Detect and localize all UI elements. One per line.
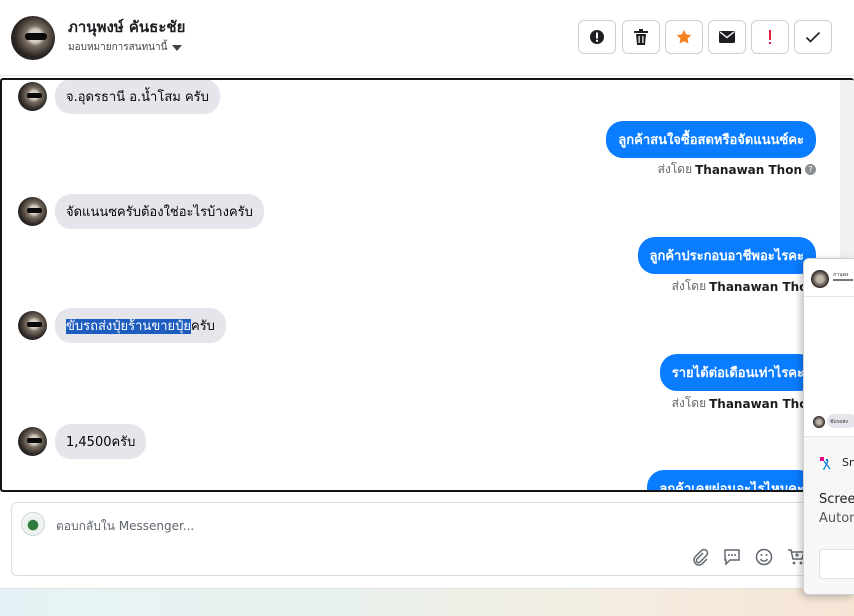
assign-label: มอบหมายการสนทนานี้ [68, 42, 168, 53]
trash-icon [634, 29, 648, 45]
mark-spam-button[interactable] [578, 20, 616, 54]
sender-avatar[interactable] [18, 82, 47, 111]
sent-by-line: ส่งโดย Thanawan Thon [672, 394, 816, 413]
delete-button[interactable] [622, 20, 660, 54]
sent-by-label: ส่งโดย [657, 162, 693, 176]
quick-reply-icon[interactable] [722, 547, 742, 567]
conversation-header: ภานุพงษ์ คันธะชัย มอบหมายการสนทนานี้ [0, 0, 854, 76]
message-bubble[interactable]: รายได้ต่อเดือนเท่าไรคะ [659, 354, 816, 391]
emoji-icon[interactable] [754, 547, 774, 567]
message-bubble[interactable]: ลูกค้าประกอบอาชีพอะไรคะ [637, 237, 816, 274]
sent-by-label: ส่งโดย [671, 279, 707, 293]
reply-composer[interactable]: ตอบกลับใน Messenger... [11, 502, 811, 576]
notification-title: Screen [819, 492, 854, 507]
sent-by-label: ส่งโดย [671, 396, 707, 410]
preview-body: ขับรถส่ง [804, 297, 854, 437]
outgoing-message: ลูกค้าสนใจซื้อสดหรือจัดแนนซ์คะ [606, 121, 816, 158]
message-bubble[interactable]: ขับรถส่งปุ๋ยร้านขายปุ๋ยครับ [55, 308, 226, 343]
sent-by-line: ส่งโดย Thanawan Thon [672, 277, 816, 296]
help-icon[interactable]: ? [805, 164, 816, 175]
assign-conversation-dropdown[interactable]: มอบหมายการสนทนานี้ [68, 40, 183, 55]
incoming-message: จัดแนนซครับต้องใช่อะไรบ้างครับ [18, 194, 264, 229]
incoming-message: 1,4500ครับ [18, 424, 147, 459]
exclamation-icon [769, 30, 771, 44]
message-thread[interactable]: จ.อุดรธานี อ.น้ำโสม ครับ ลูกค้าสนใจซื้อส… [0, 78, 854, 492]
alert-circle-icon [590, 30, 604, 44]
reply-input[interactable]: ตอบกลับใน Messenger... [56, 517, 194, 536]
sender-name: Thanawan Thon [695, 162, 802, 177]
preview-name: ภานุพง [833, 272, 849, 278]
contact-avatar[interactable] [11, 16, 55, 60]
snipping-tool-icon [820, 457, 831, 470]
message-bubble[interactable]: ลูกค้าเคยผ่อนอะไรไหมคะ [647, 470, 816, 490]
snip-notification[interactable]: Sn Screen Autom [804, 437, 854, 594]
follow-up-button[interactable] [751, 20, 789, 54]
message-text-rest: ครับ [191, 319, 215, 334]
preview-avatar [811, 270, 829, 288]
outgoing-message: ลูกค้าเคยผ่อนอะไรไหมคะ [647, 470, 816, 490]
sender-avatar[interactable] [18, 427, 47, 456]
chevron-down-icon [172, 44, 183, 51]
notification-body: Autom [819, 511, 854, 526]
sender-avatar[interactable] [18, 197, 47, 226]
page-avatar [21, 512, 45, 536]
sender-avatar[interactable] [18, 311, 47, 340]
selected-text: ขับรถส่งปุ๋ยร้านขายปุ๋ย [66, 319, 191, 334]
mark-done-button[interactable] [794, 20, 832, 54]
preview-sender-avatar [813, 416, 825, 428]
preview-bubble: ขับรถส่ง [827, 414, 854, 428]
message-bubble[interactable]: 1,4500ครับ [55, 424, 147, 459]
composer-toolbar [690, 547, 806, 567]
incoming-message: ขับรถส่งปุ๋ยร้านขายปุ๋ยครับ [18, 308, 226, 343]
sender-name: Thanawan Thon [709, 396, 816, 411]
preview-subline [833, 279, 853, 281]
star-button[interactable] [665, 20, 703, 54]
outgoing-message: รายได้ต่อเดือนเท่าไรคะ [659, 354, 816, 391]
envelope-icon [719, 31, 735, 43]
sender-name: Thanawan Thon [709, 279, 816, 294]
incoming-message: จ.อุดรธานี อ.น้ำโสม ครับ [18, 80, 220, 114]
message-bubble[interactable]: จัดแนนซครับต้องใช่อะไรบ้างครับ [55, 194, 264, 229]
preview-header: ภานุพง [804, 259, 854, 297]
checkmark-icon [805, 31, 821, 43]
taskbar-strip [0, 588, 854, 616]
contact-name[interactable]: ภานุพงษ์ คันธะชัย [68, 15, 185, 39]
message-bubble[interactable]: ลูกค้าสนใจซื้อสดหรือจัดแนนซ์คะ [606, 121, 816, 158]
message-bubble[interactable]: จ.อุดรธานี อ.น้ำโสม ครับ [55, 80, 220, 114]
notification-action-button[interactable] [819, 549, 854, 579]
star-icon [676, 29, 692, 44]
mark-unread-button[interactable] [708, 20, 746, 54]
notification-app-name: Sn [842, 456, 854, 469]
floating-preview-window[interactable]: ภานุพง ขับรถส่ง Sn Screen Autom [803, 258, 854, 595]
paperclip-icon[interactable] [690, 547, 710, 567]
sent-by-line: ส่งโดย Thanawan Thon ? [658, 160, 816, 179]
outgoing-message: ลูกค้าประกอบอาชีพอะไรคะ [637, 237, 816, 274]
